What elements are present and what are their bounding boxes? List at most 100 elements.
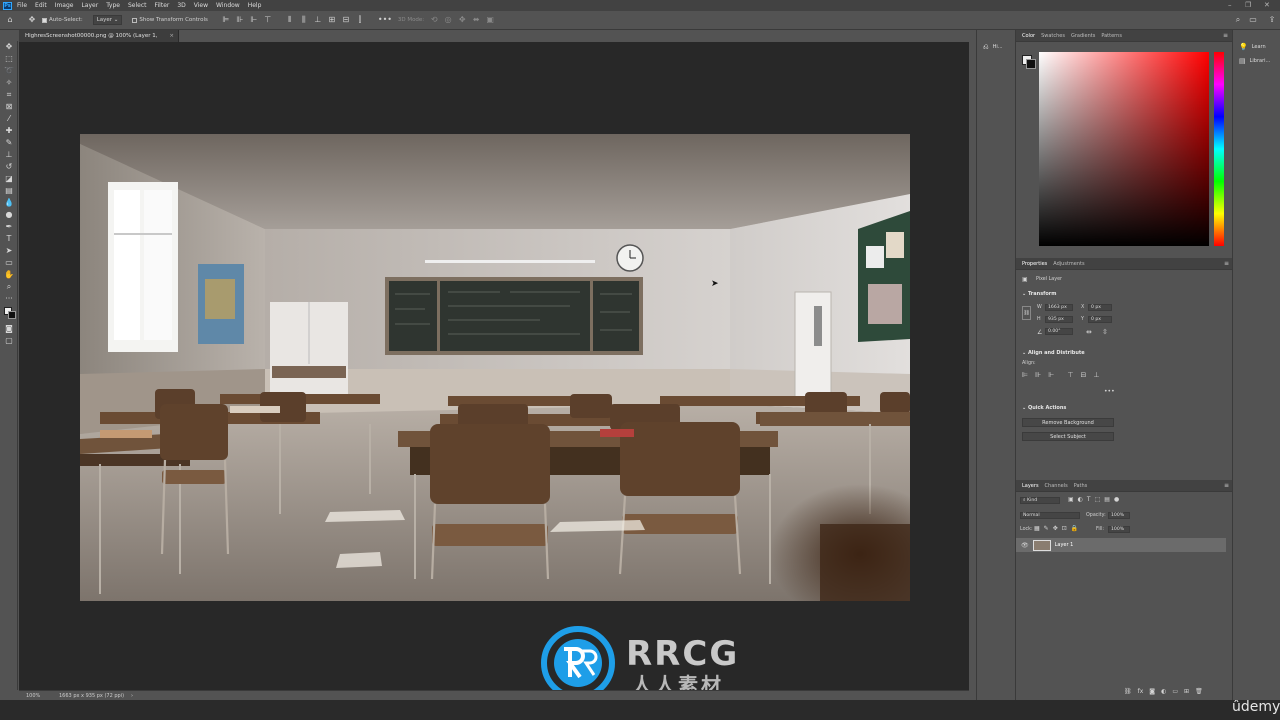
hand-tool-icon[interactable]: ✋ xyxy=(0,269,18,281)
angle-field[interactable]: 0.00° xyxy=(1045,328,1073,335)
panel-menu-icon[interactable]: ≡ xyxy=(1224,482,1229,489)
menu-edit[interactable]: Edit xyxy=(35,2,47,9)
menu-help[interactable]: Help xyxy=(248,2,262,9)
delete-layer-icon[interactable]: 🗑 xyxy=(1195,688,1203,695)
distribute-icon[interactable]: ⫴ xyxy=(286,16,294,24)
document-image[interactable] xyxy=(80,134,910,601)
flip-horizontal-icon[interactable]: ⇹ xyxy=(1086,328,1092,336)
tab-layers[interactable]: Layers xyxy=(1022,483,1039,489)
layer-row[interactable]: 👁 Layer 1 xyxy=(1016,538,1226,552)
add-mask-icon[interactable]: ◙ xyxy=(1149,688,1155,695)
remove-background-button[interactable]: Remove Background xyxy=(1022,418,1114,427)
healing-tool-icon[interactable]: ✚ xyxy=(0,125,18,137)
hue-slider[interactable] xyxy=(1214,52,1224,246)
new-group-icon[interactable]: ▭ xyxy=(1172,688,1178,695)
menu-layer[interactable]: Layer xyxy=(81,2,98,9)
menu-image[interactable]: Image xyxy=(55,2,74,9)
menu-window[interactable]: Window xyxy=(216,2,240,9)
dodge-tool-icon[interactable]: ● xyxy=(0,209,18,221)
visibility-eye-icon[interactable]: 👁 xyxy=(1021,542,1029,549)
menu-filter[interactable]: Filter xyxy=(155,2,170,9)
panel-menu-icon[interactable]: ≡ xyxy=(1224,260,1229,267)
layer-filter-dropdown[interactable]: ⌕ Kind xyxy=(1020,497,1060,504)
new-layer-icon[interactable]: ⊞ xyxy=(1184,688,1189,695)
pen-tool-icon[interactable]: ✒ xyxy=(0,221,18,233)
more-options-icon[interactable]: ••• xyxy=(378,16,392,24)
menu-select[interactable]: Select xyxy=(128,2,147,9)
distribute-4-icon[interactable]: ⊞ xyxy=(328,16,336,24)
align-left-icon[interactable]: ⊫ xyxy=(222,16,230,24)
distribute-3-icon[interactable]: ⊥ xyxy=(314,16,322,24)
stamp-tool-icon[interactable]: ⊥ xyxy=(0,149,18,161)
workspace-icon[interactable]: ▭ xyxy=(1249,16,1257,24)
more-tools-icon[interactable]: ··· xyxy=(0,293,18,305)
align-top-icon[interactable]: ⊤ xyxy=(264,16,272,24)
tab-paths[interactable]: Paths xyxy=(1074,483,1088,489)
height-field[interactable]: 935 px xyxy=(1045,316,1073,323)
restore-icon[interactable]: ❐ xyxy=(1245,1,1251,9)
libraries-panel-button[interactable]: ▤ Librari... xyxy=(1233,54,1280,68)
type-tool-icon[interactable]: T xyxy=(0,233,18,245)
blur-tool-icon[interactable]: 💧 xyxy=(0,197,18,209)
menu-type[interactable]: Type xyxy=(106,2,120,9)
tab-patterns[interactable]: Patterns xyxy=(1101,33,1122,39)
align-h-centers-icon[interactable]: ⊪ xyxy=(1035,371,1041,379)
tab-swatches[interactable]: Swatches xyxy=(1041,33,1065,39)
home-icon[interactable]: ⌂ xyxy=(6,16,14,24)
tab-adjustments[interactable]: Adjustments xyxy=(1053,261,1084,267)
align-left-edges-icon[interactable]: ⊫ xyxy=(1022,371,1028,379)
menu-view[interactable]: View xyxy=(194,2,208,9)
select-subject-button[interactable]: Select Subject xyxy=(1022,432,1114,441)
tab-properties[interactable]: Properties xyxy=(1022,261,1047,267)
eyedropper-tool-icon[interactable]: ⁄ xyxy=(0,113,18,125)
flip-vertical-icon[interactable]: ⇳ xyxy=(1102,328,1108,336)
menu-3d[interactable]: 3D xyxy=(177,2,185,9)
move-tool-icon[interactable]: ✥ xyxy=(28,16,36,24)
lock-paint-icon[interactable]: ✎ xyxy=(1044,525,1049,532)
auto-select-dropdown[interactable]: Layer ⌄ xyxy=(92,15,123,25)
history-brush-icon[interactable]: ↺ xyxy=(0,161,18,173)
opacity-field[interactable]: 100% xyxy=(1108,512,1130,519)
3d-roll-icon[interactable]: ◎ xyxy=(444,16,452,24)
type-filter-icon[interactable]: T xyxy=(1087,496,1091,503)
show-transform-checkbox[interactable]: Show Transform Controls xyxy=(132,17,208,23)
color-field[interactable] xyxy=(1039,52,1209,246)
align-right-icon[interactable]: ⊩ xyxy=(250,16,258,24)
tab-channels[interactable]: Channels xyxy=(1045,483,1068,489)
distribute-6-icon[interactable]: ⫿ xyxy=(356,16,364,24)
close-tab-icon[interactable]: × xyxy=(169,30,174,42)
tab-gradients[interactable]: Gradients xyxy=(1071,33,1095,39)
color-swatches[interactable] xyxy=(0,305,18,323)
align-top-edges-icon[interactable]: ⊤ xyxy=(1067,371,1073,379)
share-icon[interactable]: ⇪ xyxy=(1268,16,1276,24)
more-align-icon[interactable]: ••• xyxy=(1104,388,1115,395)
smart-filter-icon[interactable]: ▤ xyxy=(1104,496,1110,503)
3d-scale-icon[interactable]: ▣ xyxy=(486,16,494,24)
adjust-filter-icon[interactable]: ◐ xyxy=(1078,496,1083,503)
marquee-tool-icon[interactable]: ⬚ xyxy=(0,53,18,65)
align-center-icon[interactable]: ⊪ xyxy=(236,16,244,24)
filter-toggle-icon[interactable]: ● xyxy=(1114,496,1119,503)
panel-menu-icon[interactable]: ≡ xyxy=(1223,32,1228,39)
minimize-icon[interactable]: – xyxy=(1228,1,1232,9)
gradient-tool-icon[interactable]: ▤ xyxy=(0,185,18,197)
magic-wand-tool-icon[interactable]: ✧ xyxy=(0,77,18,89)
learn-panel-button[interactable]: 💡 Learn xyxy=(1233,40,1280,54)
x-field[interactable]: 0 px xyxy=(1088,304,1112,311)
shape-tool-icon[interactable]: ▭ xyxy=(0,257,18,269)
lock-all-icon[interactable]: 🔒 xyxy=(1071,525,1078,532)
quick-mask-icon[interactable]: ◙ xyxy=(0,323,18,335)
close-icon[interactable]: ✕ xyxy=(1264,1,1270,9)
search-icon[interactable]: ⌕ xyxy=(1234,16,1242,24)
3d-pan-icon[interactable]: ✥ xyxy=(458,16,466,24)
screen-mode-icon[interactable]: ▢ xyxy=(0,335,18,347)
zoom-tool-icon[interactable]: ⌕ xyxy=(0,281,18,293)
auto-select-checkbox[interactable]: Auto-Select: xyxy=(42,17,83,23)
lock-pixels-icon[interactable]: ▦ xyxy=(1034,525,1040,532)
align-right-edges-icon[interactable]: ⊩ xyxy=(1048,371,1054,379)
blend-mode-dropdown[interactable]: Normal xyxy=(1020,512,1080,519)
history-panel-button[interactable]: ⎌ Hi... xyxy=(977,40,1014,54)
path-select-icon[interactable]: ➤ xyxy=(0,245,18,257)
background-swatch[interactable] xyxy=(1026,59,1036,69)
lasso-tool-icon[interactable]: ➰ xyxy=(0,65,18,77)
